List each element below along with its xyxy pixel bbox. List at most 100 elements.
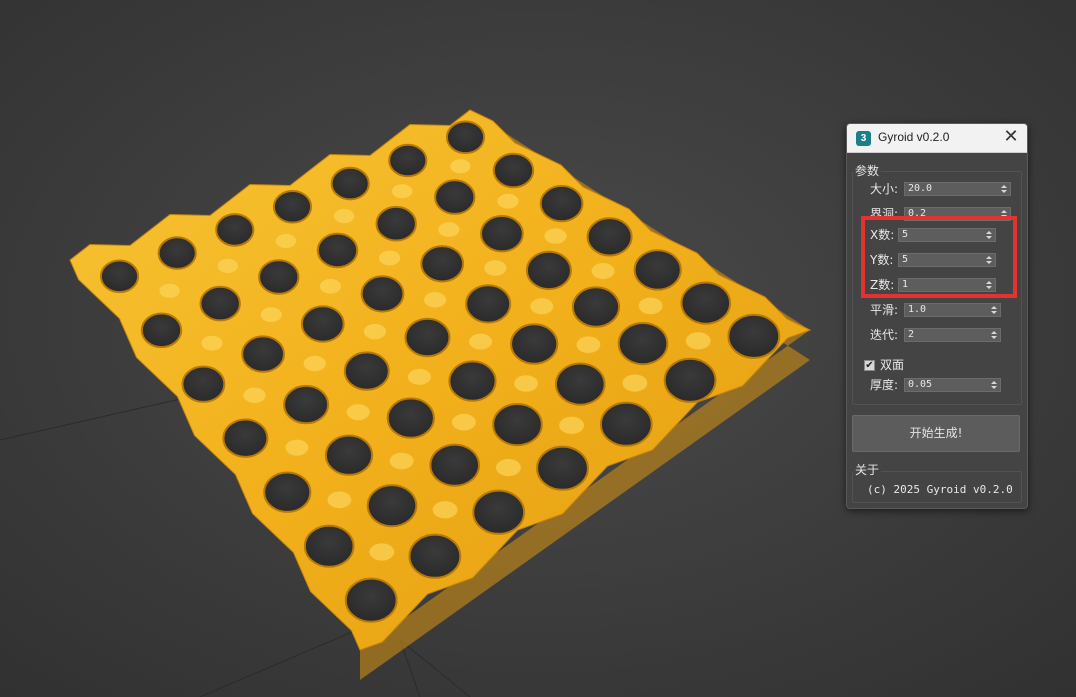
gyroid-hole [215, 213, 255, 247]
gyroid-hole [157, 236, 197, 270]
gyroid-saddle-highlight [243, 387, 266, 403]
hole-value: 0.2 [908, 208, 927, 219]
size-label: 大小: [870, 182, 899, 196]
hole-label: 界洞: [870, 207, 899, 221]
app-3dsmax-icon: 3 [856, 131, 871, 146]
gyroid-hole [429, 443, 481, 487]
gyroid-saddle-highlight [346, 404, 370, 421]
gyroid-saddle-highlight [275, 233, 297, 249]
about-group-label: 关于 [853, 461, 882, 478]
gyroid-saddle-highlight [369, 543, 395, 561]
gyroid-saddle-highlight [496, 459, 521, 477]
gyroid-hole [571, 286, 621, 328]
gyroid-hole [420, 245, 465, 283]
gyroid-hole [599, 401, 653, 447]
gyroid-hole [663, 357, 717, 403]
gyroid-saddle-highlight [685, 332, 711, 350]
gyroid-saddle-highlight [438, 222, 460, 238]
gyroid-hole [366, 484, 418, 528]
spinner-arrows-icon[interactable] [986, 229, 993, 241]
y-count-label: Y数: [870, 253, 894, 267]
gyroid-hole [181, 365, 226, 403]
gyroid-hole [555, 362, 606, 406]
gyroid-hole [283, 384, 330, 425]
size-spinner[interactable]: 20.0 [904, 182, 1011, 196]
iterations-label: 迭代: [870, 328, 899, 342]
x-count-spinner[interactable]: 5 [898, 228, 996, 242]
gyroid-saddle-highlight [260, 307, 282, 323]
gyroid-hole [472, 489, 526, 535]
x-count-label: X数: [870, 228, 895, 242]
y-count-value: 5 [902, 254, 909, 265]
gyroid-hole [404, 317, 451, 358]
iterations-spinner[interactable]: 2 [904, 328, 1001, 342]
window-title: Gyroid v0.2.0 [878, 130, 950, 144]
z-count-spinner[interactable]: 1 [898, 278, 996, 292]
z-count-value: 1 [902, 279, 909, 290]
gyroid-hole [408, 533, 462, 579]
title-bar[interactable]: 3 Gyroid v0.2.0 ✕ [847, 124, 1027, 153]
gyroid-saddle-highlight [363, 323, 386, 340]
gyroid-saddle-highlight [469, 333, 493, 350]
gyroid-hole [525, 250, 572, 291]
gyroid-hole [272, 190, 313, 224]
gyroid-hole [434, 179, 476, 215]
gyroid-hole [510, 323, 559, 365]
gyroid-saddle-highlight [497, 193, 519, 209]
z-count-row: Z数: 1 [870, 277, 1020, 293]
gyroid-hole [324, 434, 374, 476]
gyroid-hole [303, 524, 355, 568]
spinner-arrows-icon[interactable] [986, 254, 993, 266]
spinner-arrows-icon[interactable] [991, 329, 998, 341]
spinner-arrows-icon[interactable] [1001, 208, 1008, 220]
spinner-arrows-icon[interactable] [986, 279, 993, 291]
thickness-spinner[interactable]: 0.05 [904, 378, 1001, 392]
spinner-arrows-icon[interactable] [991, 379, 998, 391]
gyroid-dialog: 3 Gyroid v0.2.0 ✕ 参数 大小: 20.0 界洞: 0.2 X数… [846, 123, 1028, 509]
gyroid-hole [199, 285, 241, 322]
gyroid-saddle-highlight [327, 491, 352, 509]
double-sided-label: 双面 [880, 358, 905, 372]
spinner-arrows-icon[interactable] [1001, 183, 1008, 195]
thickness-value: 0.05 [908, 379, 933, 390]
smooth-value: 1.0 [908, 304, 927, 315]
gyroid-hole [480, 215, 524, 253]
gyroid-hole [617, 322, 669, 366]
double-sided-row: 双面 [880, 357, 940, 373]
spinner-arrows-icon[interactable] [991, 304, 998, 316]
gyroid-saddle-highlight [432, 501, 458, 519]
gyroid-hole [445, 120, 486, 155]
z-count-label: Z数: [870, 278, 895, 292]
gyroid-hole [465, 284, 512, 324]
y-count-spinner[interactable]: 5 [898, 253, 996, 267]
size-value: 20.0 [908, 183, 933, 194]
generate-button[interactable]: 开始生成! [852, 415, 1020, 452]
gyroid-hole [448, 360, 497, 402]
gyroid-hole [300, 305, 345, 343]
gyroid-hole [386, 397, 435, 439]
smooth-spinner[interactable]: 1.0 [904, 303, 1001, 317]
gyroid-saddle-highlight [484, 260, 507, 276]
gyroid-hole [727, 313, 781, 359]
gyroid-saddle-highlight [559, 416, 584, 434]
double-sided-checkbox[interactable]: ✔ [864, 360, 875, 371]
gyroid-saddle-highlight [638, 297, 663, 315]
gyroid-saddle-highlight [424, 292, 447, 308]
gyroid-hole [539, 184, 584, 223]
gyroid-hole [633, 249, 682, 291]
gyroid-saddle-highlight [159, 283, 180, 298]
gyroid-hole [360, 275, 405, 313]
gyroid-hole [316, 232, 359, 269]
size-row: 大小: 20.0 [870, 181, 1020, 197]
thickness-row: 厚度: 0.05 [870, 377, 1020, 393]
close-icon[interactable]: ✕ [1001, 127, 1021, 147]
gyroid-hole [330, 166, 370, 201]
gyroid-hole [263, 471, 312, 513]
gyroid-saddle-highlight [450, 159, 471, 174]
gyroid-hole [375, 205, 417, 242]
gyroid-hole [388, 143, 428, 178]
gyroid-saddle-highlight [576, 336, 601, 354]
gyroid-hole [140, 312, 183, 349]
hole-spinner[interactable]: 0.2 [904, 207, 1011, 221]
gyroid-hole [344, 577, 398, 623]
